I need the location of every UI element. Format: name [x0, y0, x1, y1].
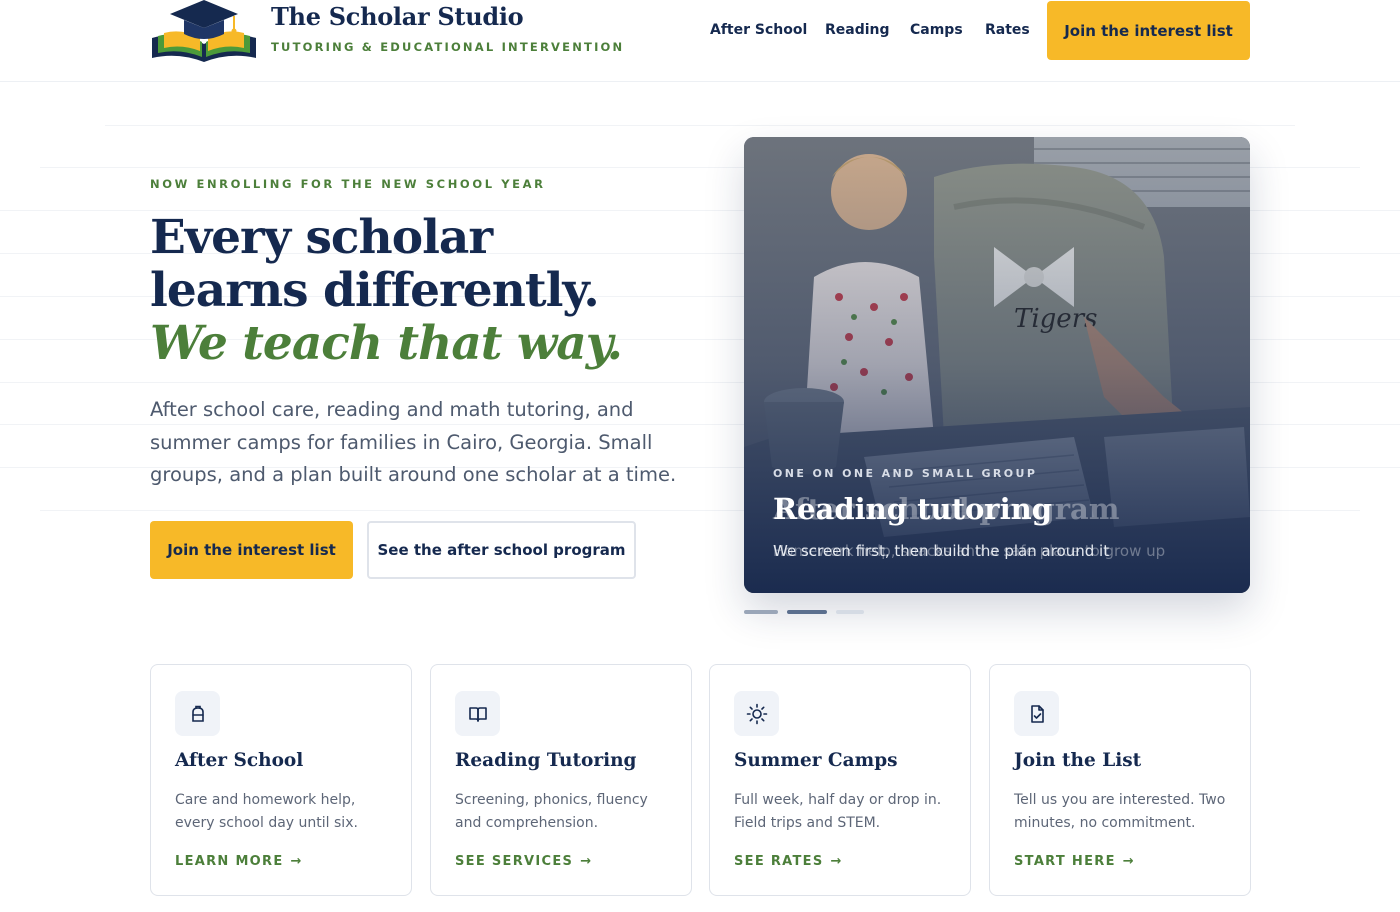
card-join-the-list[interactable]: Join the List Tell us you are interested… [989, 664, 1251, 896]
card-text: Screening, phonics, fluency and comprehe… [455, 792, 648, 831]
arrow-right-icon: → [580, 854, 593, 869]
card-title: Reading Tutoring [455, 750, 637, 771]
slide-subtitle: We screen first, then build the plan aro… [773, 542, 1110, 560]
carousel-dot-3[interactable] [836, 610, 864, 614]
slide-eyebrow: ONE ON ONE AND SMALL GROUP [773, 467, 1038, 480]
hero-headline-line-2: learns differently. [150, 263, 600, 318]
carousel-dot-2-active[interactable] [787, 610, 827, 614]
card-title: Summer Camps [734, 750, 898, 771]
brand-tagline: TUTORING & EDUCATIONAL INTERVENTION [271, 40, 625, 54]
see-rates-link[interactable]: SEE RATES → [734, 854, 843, 869]
nav-camps[interactable]: Camps [910, 22, 963, 38]
background-rule [105, 125, 1295, 126]
sun-icon [734, 691, 779, 736]
arrow-right-icon: → [290, 854, 303, 869]
hero-lead-paragraph: After school care, reading and math tuto… [150, 398, 677, 486]
card-text: Care and homework help, every school day… [175, 792, 358, 831]
card-link-label: SEE SERVICES [455, 854, 574, 869]
join-interest-list-button[interactable]: Join the interest list [150, 521, 353, 579]
nav-rates[interactable]: Rates [985, 22, 1030, 38]
header-join-interest-list-button[interactable]: Join the interest list [1047, 1, 1250, 60]
card-title: Join the List [1014, 750, 1142, 771]
see-after-school-program-button[interactable]: See the after school program [367, 521, 636, 579]
card-after-school[interactable]: After School Care and homework help, eve… [150, 664, 412, 896]
start-here-link[interactable]: START HERE → [1014, 854, 1135, 869]
book-open-icon [455, 691, 500, 736]
arrow-right-icon: → [830, 854, 843, 869]
backpack-icon [175, 691, 220, 736]
hero-eyebrow: NOW ENROLLING FOR THE NEW SCHOOL YEAR [150, 177, 546, 191]
hero-headline-line-1: Every scholar [150, 210, 493, 265]
graduation-cap-book-logo[interactable] [150, 0, 258, 66]
card-text: Tell us you are interested. Two minutes,… [1014, 792, 1226, 831]
clipboard-check-icon [1014, 691, 1059, 736]
nav-after-school[interactable]: After School [710, 22, 807, 38]
card-summer-camps[interactable]: Summer Camps Full week, half day or drop… [709, 664, 971, 896]
nav-reading[interactable]: Reading [825, 22, 890, 38]
card-link-label: SEE RATES [734, 854, 824, 869]
hero-carousel-slide[interactable]: Tigers ONE ON ONE AND SMALL GROUP After … [744, 137, 1250, 593]
card-reading-tutoring[interactable]: Reading Tutoring Screening, phonics, flu… [430, 664, 692, 896]
card-link-label: LEARN MORE [175, 854, 284, 869]
arrow-right-icon: → [1122, 854, 1135, 869]
site-header: The Scholar Studio TUTORING & EDUCATIONA… [0, 0, 1400, 82]
learn-more-link[interactable]: LEARN MORE → [175, 854, 303, 869]
slide-title: Reading tutoring [773, 492, 1052, 526]
hero-headline-accent: We teach that way. [150, 316, 623, 371]
see-services-link[interactable]: SEE SERVICES → [455, 854, 592, 869]
card-link-label: START HERE [1014, 854, 1116, 869]
carousel-dot-1[interactable] [744, 610, 778, 614]
card-title: After School [175, 750, 304, 771]
card-text: Full week, half day or drop in. Field tr… [734, 792, 942, 831]
brand-name[interactable]: The Scholar Studio [271, 2, 524, 31]
